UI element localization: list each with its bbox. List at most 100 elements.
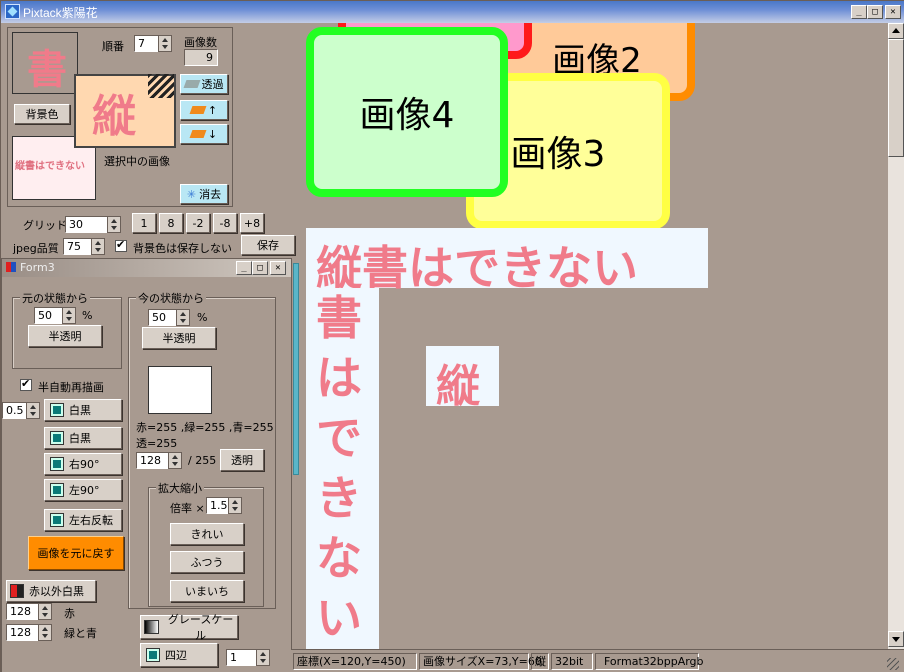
grayscale-label: グレースケール [167, 613, 234, 642]
quality-normal-button[interactable]: ふつう [170, 551, 244, 573]
maximize-button[interactable]: □ [867, 5, 883, 19]
grid-button-8[interactable]: 8 [159, 213, 183, 233]
grid-button-1[interactable]: 1 [132, 213, 156, 233]
alpha-field[interactable]: 128 [136, 452, 170, 469]
nosave-bg-label: 背景色は保存しない [133, 242, 232, 255]
jpeg-quality-label: jpeg品質 [13, 242, 59, 255]
layer-down-icon [189, 130, 207, 138]
grid-button-plus8[interactable]: +8 [240, 213, 264, 233]
image-canvas[interactable]: 画像2 画像3 画像4 縦書はできない 書 は で き な い 縦 [306, 23, 888, 649]
grid-button-minus2[interactable]: -2 [186, 213, 210, 233]
mono-button-2[interactable]: 白黒 [44, 427, 122, 449]
flip-button[interactable]: 左右反転 [44, 509, 122, 531]
rotate-right-label: 右90° [69, 458, 100, 471]
edge-width-spinner[interactable] [256, 649, 270, 666]
thumb-top-text: 書 [27, 47, 67, 93]
tile-image-4[interactable]: 画像4 [306, 27, 508, 197]
bg-color-button[interactable]: 背景色 [14, 104, 70, 124]
vertical-text: 書 は で き な い [316, 288, 362, 648]
threshold-field[interactable]: 0.5 [2, 402, 28, 419]
vertical-char: は [316, 351, 362, 405]
scale-spinner[interactable] [228, 497, 242, 514]
move-up-button[interactable]: ↑ [180, 100, 228, 120]
mono-icon [50, 431, 64, 445]
quality-low-button[interactable]: いまいち [170, 580, 244, 602]
cur-percent-field[interactable]: 50 [148, 309, 178, 326]
small-text-image[interactable]: 縦 [426, 346, 499, 412]
form3-maximize-button[interactable]: □ [252, 261, 268, 275]
red-label: 赤 [64, 607, 75, 620]
vertical-char: で [316, 411, 362, 465]
title-bar[interactable]: Pixtack紫陽花 _ □ ✕ [1, 1, 904, 23]
nosave-bg-checkbox[interactable] [115, 238, 127, 252]
threshold-spinner[interactable] [26, 402, 40, 419]
restore-image-button[interactable]: 画像を元に戻す [28, 536, 124, 570]
quality-high-button[interactable]: きれい [170, 523, 244, 545]
scroll-thumb[interactable] [888, 39, 904, 157]
canvas-vscrollbar[interactable] [888, 23, 904, 649]
form3-close-button[interactable]: ✕ [270, 261, 286, 275]
save-button[interactable]: 保存 [241, 235, 295, 255]
form3-icon [6, 262, 16, 272]
jpeg-quality-field[interactable]: 75 [63, 238, 93, 255]
color-readout: 赤=255 ,緑=255 ,青=255 [136, 421, 274, 434]
four-edges-button[interactable]: 四辺 [140, 643, 218, 667]
form3-minimize-button[interactable]: _ [236, 261, 252, 275]
red-black-icon [10, 584, 24, 598]
minimize-button[interactable]: _ [851, 5, 867, 19]
cur-percent-spinner[interactable] [176, 309, 190, 326]
color-preview [148, 366, 212, 414]
alpha-spinner[interactable] [168, 452, 182, 469]
form3-scrollbar-thumb[interactable] [293, 263, 299, 475]
gb-threshold-spinner[interactable] [38, 624, 52, 641]
clear-button-label: 消去 [199, 188, 222, 201]
horizontal-text-image[interactable]: 縦書はできない [306, 228, 708, 295]
grayscale-button[interactable]: グレースケール [140, 613, 238, 642]
app-icon [5, 4, 20, 19]
clear-button[interactable]: ✳ 消去 [180, 184, 228, 204]
status-bits: 32bit [551, 653, 593, 670]
current-state-group-label: 今の状態から [136, 290, 206, 306]
mono-button-1[interactable]: 白黒 [44, 399, 122, 421]
rotate-right-button[interactable]: 右90° [44, 453, 122, 475]
red-threshold-spinner[interactable] [38, 603, 52, 620]
close-button[interactable]: ✕ [885, 5, 901, 19]
red-threshold-field[interactable]: 128 [6, 603, 40, 620]
gb-threshold-field[interactable]: 128 [6, 624, 40, 641]
rotate-left-button[interactable]: 左90° [44, 479, 122, 501]
orig-semitrans-button[interactable]: 半透明 [28, 325, 102, 347]
cur-semitrans-button[interactable]: 半透明 [142, 327, 216, 349]
form3-titlebar[interactable]: Form3 _ □ ✕ [2, 259, 291, 277]
transparent-color-button[interactable]: 透明 [220, 449, 264, 471]
window-title: Pixtack紫陽花 [23, 6, 98, 20]
vertical-char: い [316, 591, 362, 645]
grid-field[interactable]: 30 [65, 216, 109, 233]
rotate-left-icon [50, 483, 64, 497]
transparent-button[interactable]: 透過 [180, 74, 228, 94]
auto-redraw-checkbox[interactable] [20, 377, 32, 391]
vertical-text-image[interactable]: 書 は で き な い [306, 288, 379, 649]
gb-label: 緑と青 [64, 627, 97, 640]
jpeg-quality-spinner[interactable] [91, 238, 105, 255]
scroll-up-button[interactable] [888, 23, 904, 39]
red-except-label: 赤以外白黒 [29, 585, 84, 598]
auto-redraw-label: 半自動再描画 [38, 381, 104, 394]
grid-spinner[interactable] [107, 216, 121, 233]
orig-percent-spinner[interactable] [62, 307, 76, 324]
edge-width-field[interactable]: 1 [226, 649, 258, 666]
thumb-top[interactable]: 書 [12, 32, 78, 94]
grid-button-minus8[interactable]: -8 [213, 213, 237, 233]
red-except-mono-button[interactable]: 赤以外白黒 [6, 580, 96, 602]
form3-title: Form3 [20, 261, 55, 274]
order-spinner[interactable] [158, 35, 172, 52]
move-down-button[interactable]: ↓ [180, 124, 228, 144]
status-coords: 座標(X=120,Y=450) [293, 653, 417, 670]
stripe-decoration [148, 74, 174, 98]
orig-percent-field[interactable]: 50 [34, 307, 64, 324]
scroll-down-button[interactable] [888, 631, 904, 647]
cur-percent-unit: % [197, 311, 208, 324]
resize-grip-icon[interactable] [887, 658, 899, 670]
selected-image-label: 選択中の画像 [104, 155, 170, 168]
scale-field[interactable]: 1.5 [206, 497, 230, 514]
status-image-size: 画像サイズX=73,Y=60 [419, 653, 542, 670]
